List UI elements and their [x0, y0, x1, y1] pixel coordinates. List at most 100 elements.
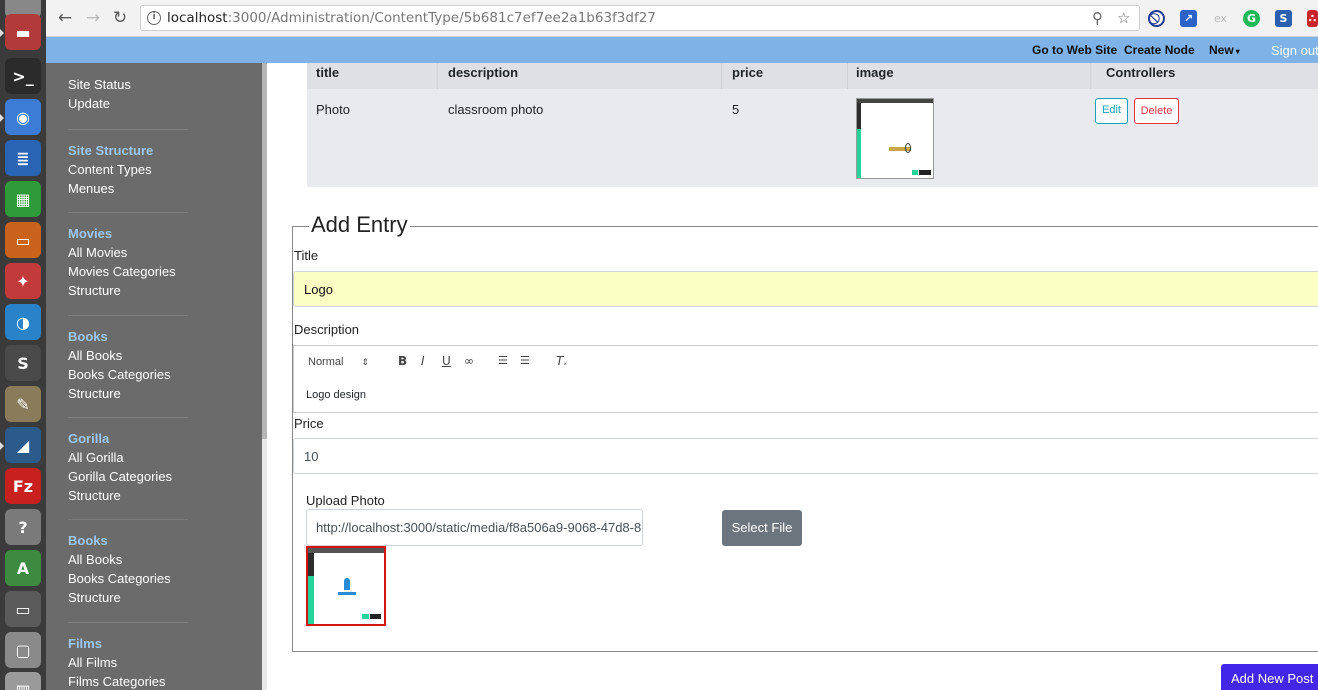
mysql-workbench-icon[interactable]: ◢: [0, 427, 41, 463]
go-to-web-site-link[interactable]: Go to Web Site: [1032, 43, 1117, 57]
sublime-icon[interactable]: S: [5, 345, 41, 381]
zoom-icon[interactable]: ⚲: [1092, 9, 1103, 27]
bookmark-star-icon[interactable]: ☆: [1117, 9, 1130, 27]
address-bar[interactable]: i localhost:3000/Administration/ContentT…: [140, 5, 1140, 31]
sidebar-item[interactable]: Gorilla Categories: [68, 467, 238, 486]
terminal-icon[interactable]: >_: [5, 58, 41, 94]
clear-format-icon[interactable]: Tₓ: [556, 354, 567, 368]
sidebar-item[interactable]: All Movies: [68, 243, 238, 262]
add-new-post-button[interactable]: Add New Post: [1221, 664, 1318, 690]
cell-description: classroom photo: [448, 102, 544, 117]
back-icon[interactable]: ←: [54, 7, 76, 29]
upload-url-input[interactable]: http://localhost:3000/static/media/f8a50…: [306, 509, 643, 546]
reload-icon[interactable]: ↻: [109, 7, 131, 29]
sidebar-divider: [68, 519, 188, 520]
sidebar-group: Site Structure Content Types Menues: [68, 141, 238, 198]
new-dropdown[interactable]: New ▾: [1209, 43, 1240, 57]
editor-toolbar: Normal ⇕ B I U ∞ ☰ ☰ Tₓ: [293, 345, 1318, 380]
sidebar-heading[interactable]: Films: [68, 634, 238, 653]
app-navbar: Go to Web Site Create Node New ▾ Sign out: [46, 37, 1318, 63]
menu-extension-icon[interactable]: ∴: [1307, 10, 1318, 27]
sidebar-item[interactable]: All Books: [68, 550, 238, 569]
sidebar-heading[interactable]: Site Structure: [68, 141, 238, 160]
title-label: Title: [294, 248, 319, 263]
filezilla-icon[interactable]: Fz: [5, 468, 41, 504]
sidebar-item[interactable]: Structure: [68, 588, 238, 607]
header-description: description: [448, 65, 519, 80]
underline-icon[interactable]: U: [442, 354, 451, 368]
header-title: title: [316, 65, 340, 80]
sidebar-item[interactable]: All Gorilla: [68, 448, 238, 467]
sidebar-group: Gorilla All Gorilla Gorilla Categories Stru…: [68, 429, 238, 505]
upload-photo-label: Upload Photo: [306, 493, 385, 508]
sidebar-item[interactable]: Structure: [68, 281, 238, 300]
drive-icon[interactable]: ▢: [5, 632, 41, 668]
sidebar-heading[interactable]: Gorilla: [68, 429, 238, 448]
url-text: localhost:3000/Administration/ContentTyp…: [167, 10, 656, 26]
settings-tools-icon[interactable]: ✦: [5, 263, 41, 299]
grammarly-icon[interactable]: G: [1243, 10, 1260, 27]
ordered-list-icon[interactable]: ☰: [498, 354, 508, 367]
column-divider: [847, 63, 848, 89]
delete-button[interactable]: Delete: [1134, 98, 1179, 124]
share-extension-icon[interactable]: ↗: [1180, 10, 1197, 27]
sidebar-heading[interactable]: Books: [68, 327, 238, 346]
sidebar-item[interactable]: Movies Categories: [68, 262, 238, 281]
image-viewer-icon[interactable]: ✎: [5, 386, 41, 422]
price-input[interactable]: 10: [293, 438, 1318, 474]
caret-down-icon: ▾: [1235, 47, 1240, 56]
sidebar-item[interactable]: Site Status: [68, 75, 238, 94]
bullet-list-icon[interactable]: ☰: [520, 354, 530, 367]
column-divider: [721, 63, 722, 89]
header-image: image: [856, 65, 894, 80]
info-icon[interactable]: i: [147, 11, 161, 25]
android-studio-icon[interactable]: A: [5, 550, 41, 586]
uploaded-photo-preview: [306, 546, 386, 626]
writer-icon[interactable]: ≣: [5, 140, 41, 176]
description-label: Description: [294, 322, 360, 337]
italic-icon[interactable]: I: [421, 354, 425, 368]
title-input[interactable]: Logo: [293, 271, 1318, 307]
edit-button[interactable]: Edit: [1095, 98, 1128, 124]
display-icon[interactable]: ▭: [5, 591, 41, 627]
sidebar-item[interactable]: Books Categories: [68, 569, 238, 588]
help-icon[interactable]: ?: [5, 509, 41, 545]
file-manager-icon[interactable]: ▬: [0, 14, 41, 50]
cell-price: 5: [732, 102, 740, 117]
s-extension-icon[interactable]: S: [1275, 10, 1292, 27]
calc-icon[interactable]: ▦: [5, 181, 41, 217]
sidebar-item[interactable]: Films Categories: [68, 672, 238, 690]
sidebar-item[interactable]: Content Types: [68, 160, 238, 179]
sidebar-item[interactable]: Books Categories: [68, 365, 238, 384]
select-file-button[interactable]: Select File: [722, 510, 802, 546]
sign-out-link[interactable]: Sign out: [1271, 43, 1318, 58]
sidebar-group: Films All Films Films Categories: [68, 634, 238, 690]
description-editor[interactable]: Logo design: [293, 379, 1318, 413]
remmina-icon[interactable]: ◑: [5, 304, 41, 340]
chrome-icon[interactable]: ◉: [0, 99, 41, 135]
sidebar-item[interactable]: Structure: [68, 384, 238, 403]
header-controllers: Controllers: [1106, 65, 1176, 80]
sidebar-item[interactable]: Menues: [68, 179, 238, 198]
create-node-link[interactable]: Create Node: [1124, 43, 1195, 57]
sidebar-item[interactable]: All Books: [68, 346, 238, 365]
sidebar-item[interactable]: Update: [68, 94, 238, 113]
sidebar-item[interactable]: All Films: [68, 653, 238, 672]
sidebar-group: Books All Books Books Categories Structure: [68, 531, 238, 607]
block-extension-icon[interactable]: ⃠: [1148, 10, 1165, 27]
format-select[interactable]: Normal ⇕: [308, 356, 369, 368]
sidebar-divider: [68, 129, 188, 130]
bold-icon[interactable]: B: [398, 354, 407, 368]
sidebar-heading[interactable]: Movies: [68, 224, 238, 243]
link-icon[interactable]: ∞: [464, 354, 474, 368]
format-select-label: Normal: [308, 356, 344, 368]
sidebar-heading[interactable]: Books: [68, 531, 238, 550]
select-arrows-icon: ⇕: [361, 357, 369, 367]
forward-icon[interactable]: →: [82, 7, 104, 29]
trash-icon[interactable]: ▥: [5, 672, 41, 690]
sidebar-item[interactable]: Structure: [68, 486, 238, 505]
ex-extension-icon[interactable]: ex: [1212, 10, 1229, 27]
impress-icon[interactable]: ▭: [5, 222, 41, 258]
browser-toolbar: ← → ↻ i localhost:3000/Administration/Co…: [46, 0, 1318, 37]
column-divider: [437, 63, 438, 89]
